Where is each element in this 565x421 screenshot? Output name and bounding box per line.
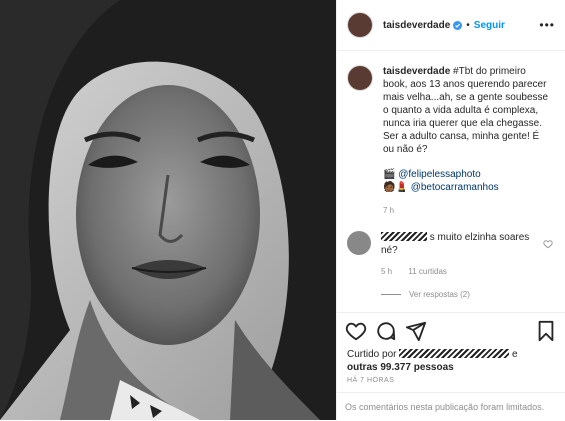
comment: s muito elzinha soares né? 5 h 11 curtid… bbox=[337, 217, 565, 278]
caption: taisdeverdade #Tbt do primeiro book, aos… bbox=[337, 51, 565, 217]
username[interactable]: taisdeverdade bbox=[383, 20, 450, 31]
credit2-emoji: 🧑🏾💄 bbox=[383, 182, 408, 193]
redacted-username bbox=[381, 232, 427, 241]
post-timestamp[interactable]: HÁ 7 HORAS bbox=[347, 377, 394, 384]
share-icon bbox=[405, 321, 427, 342]
credit1-link[interactable]: @felipelessaphoto bbox=[398, 169, 480, 180]
heart-icon[interactable] bbox=[543, 239, 553, 249]
portrait-image bbox=[0, 0, 336, 420]
redacted-liker bbox=[399, 349, 510, 358]
post-photo[interactable] bbox=[0, 0, 336, 420]
credit1-emoji: 🎬 bbox=[383, 169, 396, 180]
likes-count[interactable]: outras 99.377 pessoas bbox=[347, 362, 454, 373]
share-button[interactable] bbox=[405, 320, 427, 342]
replies-line bbox=[381, 294, 401, 295]
post-side-panel: taisdeverdade • Seguir ••• taisdeverdade… bbox=[336, 0, 565, 420]
verified-icon bbox=[453, 20, 463, 30]
avatar[interactable] bbox=[347, 12, 373, 38]
comment-likes[interactable]: 11 curtidas bbox=[408, 267, 447, 276]
liked-by-prefix: Curtido por bbox=[347, 349, 397, 360]
caption-time: 7 h bbox=[383, 206, 395, 215]
comments-limited-notice: Os comentários nesta publicação foram li… bbox=[337, 392, 565, 421]
separator-dot: • bbox=[466, 19, 470, 31]
comment-time: 5 h bbox=[381, 267, 393, 276]
caption-username[interactable]: taisdeverdade bbox=[383, 66, 450, 77]
comment-icon bbox=[377, 322, 396, 341]
caption-text: #Tbt do primeiro book, aos 13 anos quere… bbox=[383, 66, 549, 155]
action-bar bbox=[337, 312, 565, 349]
comment-button[interactable] bbox=[375, 320, 397, 342]
more-icon[interactable]: ••• bbox=[539, 18, 555, 32]
save-icon bbox=[538, 320, 554, 342]
heart-icon bbox=[345, 322, 367, 341]
comment-avatar[interactable] bbox=[347, 231, 371, 255]
caption-avatar[interactable] bbox=[347, 65, 373, 91]
save-button[interactable] bbox=[535, 320, 557, 342]
liked-by-suffix: e bbox=[512, 349, 518, 360]
credit2-link[interactable]: @betocarramanhos bbox=[411, 182, 499, 193]
likes-summary: Curtido por e outras 99.377 pessoas bbox=[347, 348, 547, 374]
view-replies-label[interactable]: Ver respostas (2) bbox=[409, 290, 470, 299]
post-header: taisdeverdade • Seguir ••• bbox=[337, 0, 565, 51]
like-button[interactable] bbox=[345, 320, 367, 342]
follow-button[interactable]: Seguir bbox=[474, 20, 505, 31]
view-replies[interactable]: Ver respostas (2) bbox=[381, 290, 565, 299]
